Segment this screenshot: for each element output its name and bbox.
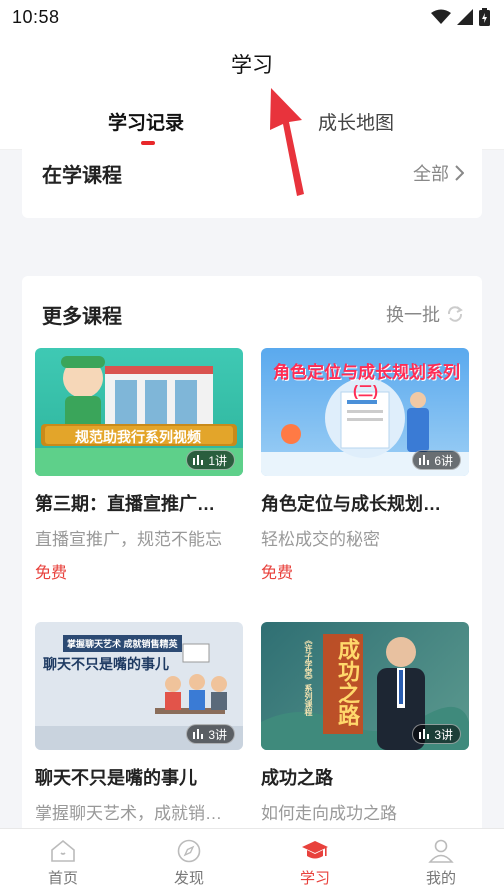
bar-chart-icon: [419, 455, 430, 465]
nav-mine[interactable]: 我的: [378, 829, 504, 894]
course-thumbnail: 规范助我行系列视频 1讲: [35, 348, 243, 476]
bar-chart-icon: [193, 455, 204, 465]
tab-growth-map[interactable]: 成长地图: [318, 108, 394, 135]
course-subtitle: 轻松成交的秘密: [261, 530, 380, 549]
lesson-count: 3讲: [208, 727, 227, 742]
course-title: 第三期：直播宣推广…: [35, 494, 215, 514]
nav-discover[interactable]: 发现: [126, 829, 252, 894]
thumbnail-caption: 成功之路: [335, 638, 360, 726]
learning-courses-card: 在学课程 全部: [22, 146, 482, 218]
status-bar: 10:58: [0, 0, 504, 34]
course-subtitle: 直播宣推广，规范不能忘: [35, 530, 222, 549]
nav-discover-label: 发现: [173, 870, 204, 887]
chevron-right-icon: [455, 165, 464, 181]
thumbnail-caption: 聊天不只是嘴的事儿: [43, 656, 169, 672]
lesson-count-badge: 6讲: [412, 450, 461, 470]
status-time: 10:58: [12, 6, 60, 27]
lesson-count: 6讲: [434, 453, 453, 468]
course-price: 免费: [35, 565, 68, 582]
thumbnail-subcaption: (二): [353, 383, 378, 400]
course-title: 角色定位与成长规划…: [261, 494, 441, 514]
refresh-batch-label: 换一批: [386, 305, 440, 325]
course-subtitle: 如何走向成功之路: [261, 804, 397, 823]
more-courses-card: 更多课程 换一批 规范助我行系列视频 1讲 第三期：直播宣推广… 直播宣推广，规…: [22, 276, 482, 836]
wifi-icon: [431, 9, 451, 24]
course-card[interactable]: 掌握聊天艺术 成就销售精英 聊天不只是嘴的事儿 3讲 聊天不只是嘴的事儿 掌握聊…: [35, 622, 243, 824]
lesson-count: 3讲: [434, 727, 453, 742]
course-card[interactable]: 角色定位与成长规划系列 (二) 6讲 角色定位与成长规划… 轻松成交的秘密 免费: [261, 348, 469, 583]
status-icons: [431, 8, 490, 26]
signal-icon: [457, 9, 473, 25]
title-bar: 学习: [0, 34, 504, 94]
course-title: 成功之路: [261, 768, 333, 788]
course-price: 免费: [261, 565, 294, 582]
lesson-count-badge: 1讲: [186, 450, 235, 470]
view-all-label: 全部: [413, 164, 449, 184]
page-title: 学习: [231, 54, 273, 77]
course-thumbnail: 角色定位与成长规划系列 (二) 6讲: [261, 348, 469, 476]
view-all-button[interactable]: 全部: [413, 160, 464, 186]
nav-study[interactable]: 学习: [252, 829, 378, 894]
more-section-title: 更多课程: [42, 306, 122, 328]
nav-home[interactable]: 首页: [0, 829, 126, 894]
lesson-count-badge: 3讲: [186, 724, 235, 744]
user-icon: [428, 839, 454, 863]
compass-icon: [177, 839, 201, 863]
lesson-count-badge: 3讲: [412, 724, 461, 744]
battery-icon: [479, 8, 490, 26]
course-card[interactable]: 《许子学堂》系列课程 成功之路 3讲 成功之路 如何走向成功之路: [261, 622, 469, 824]
learning-section-title: 在学课程: [42, 165, 122, 187]
nav-home-label: 首页: [47, 870, 78, 887]
active-tab-indicator: [141, 141, 155, 145]
nav-mine-label: 我的: [425, 870, 456, 887]
course-title: 聊天不只是嘴的事儿: [35, 768, 197, 788]
course-subtitle: 掌握聊天艺术，成就销…: [35, 804, 222, 823]
course-thumbnail: 掌握聊天艺术 成就销售精英 聊天不只是嘴的事儿 3讲: [35, 622, 243, 750]
course-card[interactable]: 规范助我行系列视频 1讲 第三期：直播宣推广… 直播宣推广，规范不能忘 免费: [35, 348, 243, 583]
thumbnail-tag: 《许子学堂》系列课程: [304, 636, 313, 716]
tab-study-record[interactable]: 学习记录: [108, 108, 184, 135]
refresh-icon: [447, 306, 463, 322]
refresh-batch-button[interactable]: 换一批: [386, 301, 464, 327]
thumbnail-tag: 掌握聊天艺术 成就销售精英: [63, 635, 182, 652]
lesson-count: 1讲: [208, 453, 227, 468]
thumbnail-caption: 规范助我行系列视频: [75, 429, 201, 445]
course-thumbnail: 《许子学堂》系列课程 成功之路 3讲: [261, 622, 469, 750]
bottom-navigation: 首页 发现 学习 我的: [0, 828, 504, 894]
bar-chart-icon: [419, 729, 430, 739]
graduation-cap-icon: [302, 841, 328, 859]
home-icon: [51, 839, 75, 862]
nav-study-label: 学习: [299, 870, 330, 887]
tab-bar: 学习记录 成长地图: [0, 94, 504, 150]
bar-chart-icon: [193, 729, 204, 739]
